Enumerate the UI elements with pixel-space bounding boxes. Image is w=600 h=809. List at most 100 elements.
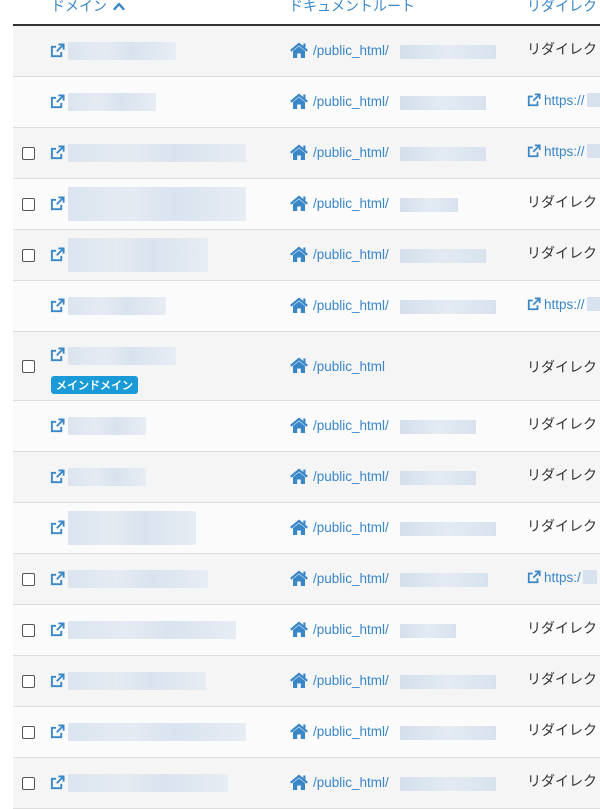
docroot-link[interactable]: /public_html/ (313, 673, 389, 688)
docroot-link[interactable]: /public_html/ (313, 43, 389, 58)
home-icon (289, 92, 309, 110)
home-icon (289, 143, 309, 161)
redirect-url-redacted (586, 93, 600, 107)
chevron-up-icon (113, 2, 126, 11)
docroot-path-redacted (400, 420, 476, 434)
docroot-path-redacted (400, 147, 486, 161)
docroot-link[interactable]: /public_html/ (313, 298, 389, 313)
redirect-link[interactable]: https:// (527, 93, 600, 108)
docroot-link[interactable]: /public_html/ (313, 145, 389, 160)
external-link-icon (50, 673, 65, 688)
redirect-link[interactable]: https:// (527, 297, 600, 312)
domain-name-redacted[interactable] (68, 347, 176, 365)
domain-name-redacted[interactable] (68, 511, 196, 545)
external-link-icon (527, 297, 541, 311)
row-checkbox[interactable] (22, 360, 35, 373)
domain-name-redacted[interactable] (68, 42, 176, 60)
open-domain-link[interactable] (50, 94, 65, 109)
open-domain-link[interactable] (50, 247, 65, 262)
external-link-icon (50, 247, 65, 262)
docroot-link[interactable]: /public_html/ (313, 775, 389, 790)
external-link-icon (527, 93, 541, 107)
domain-name-redacted[interactable] (68, 417, 146, 435)
docroot-link[interactable]: /public_html/ (313, 247, 389, 262)
domain-name-redacted[interactable] (68, 187, 246, 221)
row-checkbox[interactable] (22, 249, 35, 262)
domain-name-redacted[interactable] (68, 570, 208, 588)
redirect-url-redacted (586, 144, 600, 158)
docroot-link[interactable]: /public_html (313, 359, 385, 374)
redirect-column-header[interactable]: リダイレク (527, 0, 597, 16)
open-domain-link[interactable] (50, 298, 65, 313)
table-row: /public_html/ https:// (13, 77, 600, 128)
open-domain-link[interactable] (50, 469, 65, 484)
open-domain-link[interactable] (50, 347, 65, 362)
external-link-icon (50, 520, 65, 535)
docroot-path-redacted (400, 624, 456, 638)
external-link-icon (50, 775, 65, 790)
docroot-link[interactable]: /public_html/ (313, 571, 389, 586)
docroot-link[interactable]: /public_html/ (313, 469, 389, 484)
table-row: /public_html/リダイレク (13, 179, 600, 230)
external-link-icon (50, 469, 65, 484)
domain-name-redacted[interactable] (68, 621, 236, 639)
open-domain-link[interactable] (50, 418, 65, 433)
row-checkbox[interactable] (22, 624, 35, 637)
domain-name-redacted[interactable] (68, 774, 228, 792)
domain-name-redacted[interactable] (68, 144, 246, 162)
docroot-link[interactable]: /public_html/ (313, 196, 389, 211)
docroot-path-redacted (400, 96, 486, 110)
docroot-path-redacted (400, 522, 496, 536)
row-checkbox[interactable] (22, 675, 35, 688)
redirect-status: リダイレク (527, 195, 597, 211)
docroot-path-redacted (400, 249, 486, 263)
docroot-link[interactable]: /public_html/ (313, 520, 389, 535)
open-domain-link[interactable] (50, 724, 65, 739)
docroot-column-header[interactable]: ドキュメントルート (289, 0, 415, 16)
home-icon (289, 773, 309, 791)
redirect-url: https:// (544, 144, 585, 159)
domain-name-redacted[interactable] (68, 93, 156, 111)
open-domain-link[interactable] (50, 196, 65, 211)
table-row: メインドメイン /public_html リダイレク (13, 332, 600, 401)
open-domain-link[interactable] (50, 43, 65, 58)
row-checkbox[interactable] (22, 777, 35, 790)
table-row: /public_html/ https:// (13, 128, 600, 179)
row-checkbox[interactable] (22, 198, 35, 211)
open-domain-link[interactable] (50, 775, 65, 790)
redirect-status: リダイレク (527, 417, 597, 433)
domain-name-redacted[interactable] (68, 672, 206, 690)
redirect-link[interactable]: https:// (527, 144, 600, 159)
domain-name-redacted[interactable] (68, 723, 246, 741)
domains-table: ドメイン ドキュメントルート リダイレク /public_html/リダイレク … (13, 0, 600, 809)
redirect-url: https:/ (544, 570, 581, 585)
docroot-link[interactable]: /public_html/ (313, 724, 389, 739)
domain-column-header[interactable]: ドメイン (51, 0, 126, 16)
external-link-icon (50, 418, 65, 433)
external-link-icon (50, 196, 65, 211)
domain-column-label: ドメイン (51, 0, 107, 15)
open-domain-link[interactable] (50, 622, 65, 637)
row-checkbox[interactable] (22, 573, 35, 586)
table-row: /public_html/リダイレク (13, 230, 600, 281)
table-row: /public_html/リダイレク (13, 656, 600, 707)
domain-name-redacted[interactable] (68, 468, 146, 486)
open-domain-link[interactable] (50, 571, 65, 586)
table-row: /public_html/ https:// (13, 281, 600, 332)
open-domain-link[interactable] (50, 673, 65, 688)
open-domain-link[interactable] (50, 145, 65, 160)
docroot-link[interactable]: /public_html/ (313, 622, 389, 637)
docroot-link[interactable]: /public_html/ (313, 418, 389, 433)
redirect-link[interactable]: https:/ (527, 570, 597, 585)
row-checkbox[interactable] (22, 147, 35, 160)
docroot-link[interactable]: /public_html/ (313, 94, 389, 109)
domain-name-redacted[interactable] (68, 297, 166, 315)
docroot-path-redacted (400, 300, 496, 314)
row-checkbox[interactable] (22, 726, 35, 739)
domain-name-redacted[interactable] (68, 238, 208, 272)
external-link-icon (527, 570, 541, 584)
home-icon (289, 569, 309, 587)
home-icon (289, 194, 309, 212)
open-domain-link[interactable] (50, 520, 65, 535)
home-icon (289, 416, 309, 434)
